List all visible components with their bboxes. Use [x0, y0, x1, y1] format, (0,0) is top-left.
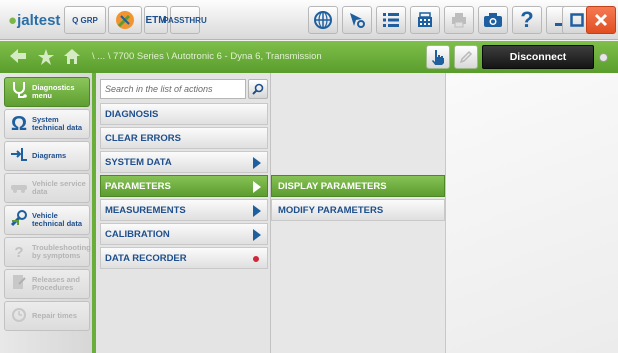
- wrench-icon: [9, 209, 29, 231]
- sidebar-item-label: Repair times: [32, 311, 78, 320]
- action-data-recorder[interactable]: DATA RECORDER: [100, 247, 268, 269]
- action-system-data[interactable]: SYSTEM DATA: [100, 151, 268, 173]
- action-clear-errors[interactable]: CLEAR ERRORS: [100, 127, 268, 149]
- sidebar-item-label: System technical data: [32, 115, 83, 132]
- sidebar-item-vehicle-service-data[interactable]: Vehicle service data: [4, 173, 90, 203]
- calculator-button[interactable]: [410, 6, 440, 34]
- omega-icon: Ω: [10, 112, 28, 135]
- action-parameters[interactable]: PARAMETERS: [100, 175, 268, 197]
- camera-icon: [484, 13, 502, 27]
- camera-button[interactable]: [478, 6, 508, 34]
- sidebar: Diagnostics menu Ω System technical data…: [0, 73, 96, 353]
- search-icon: [252, 83, 264, 95]
- procedures-icon: [9, 274, 29, 294]
- wrench-icon: [116, 11, 134, 29]
- sidebar-item-vehicle-technical-data[interactable]: Vehicle technical data: [4, 205, 90, 235]
- maximize-icon: [570, 13, 584, 27]
- parameters-submenu: DISPLAY PARAMETERS MODIFY PARAMETERS: [271, 73, 446, 353]
- calculator-icon: [418, 12, 432, 27]
- grp-button[interactable]: Q GRP: [64, 6, 106, 34]
- record-dot-icon: [253, 256, 259, 262]
- search-button[interactable]: [248, 79, 268, 99]
- jaltest-logo: ●jaltest: [8, 12, 61, 29]
- sidebar-item-releases-procedures[interactable]: Releases and Procedures: [4, 269, 90, 299]
- close-button[interactable]: [586, 6, 616, 34]
- sidebar-item-label: Releases and Procedures: [32, 275, 80, 292]
- tools-button[interactable]: [108, 6, 142, 34]
- sidebar-item-label: Diagnostics menu: [32, 83, 75, 100]
- submenu-display-parameters[interactable]: DISPLAY PARAMETERS: [271, 175, 445, 197]
- globe-icon: [314, 11, 332, 29]
- sidebar-item-system-technical-data[interactable]: Ω System technical data: [4, 109, 90, 139]
- breadcrumb: \ ... \ 7700 Series \ Autotronic 6 - Dyn…: [92, 51, 322, 62]
- arrow-right-icon: [253, 229, 261, 241]
- sidebar-item-label: Diagrams: [32, 151, 67, 160]
- disconnect-button[interactable]: Disconnect: [482, 45, 594, 69]
- action-measurements[interactable]: MEASUREMENTS: [100, 199, 268, 221]
- troubleshooting-icon: ?: [14, 243, 24, 261]
- edit-button[interactable]: [454, 45, 478, 69]
- sidebar-item-troubleshooting[interactable]: ? Troubleshooting by symptoms: [4, 237, 91, 267]
- list-button[interactable]: [376, 6, 406, 34]
- top-toolbar: ●jaltest Q GRP ETM PASS THRU ?: [0, 0, 618, 40]
- action-calibration[interactable]: CALIBRATION: [100, 223, 268, 245]
- pencil-icon: [459, 50, 473, 64]
- arrow-right-icon: [253, 181, 261, 193]
- list-icon: [383, 13, 399, 27]
- arrow-right-icon: [253, 157, 261, 169]
- content-area: [446, 73, 618, 353]
- touch-mode-button[interactable]: [426, 45, 450, 69]
- sidebar-item-diagrams[interactable]: Diagrams: [4, 141, 90, 171]
- connection-status-indicator: [599, 53, 608, 62]
- actions-panel: DIAGNOSIS CLEAR ERRORS SYSTEM DATA PARAM…: [96, 73, 271, 353]
- hand-pointer-icon: [432, 50, 444, 65]
- sidebar-item-repair-times[interactable]: Repair times: [4, 301, 90, 331]
- search-actions-input[interactable]: [100, 79, 246, 99]
- pass-thru-button[interactable]: PASS THRU: [163, 6, 207, 34]
- settings-button[interactable]: [342, 6, 372, 34]
- arrow-right-icon: [253, 205, 261, 217]
- back-arrow-icon[interactable]: [10, 49, 26, 66]
- globe-button[interactable]: [308, 6, 338, 34]
- vehicle-service-icon: [9, 180, 29, 197]
- stethoscope-icon: [9, 81, 29, 103]
- favorite-star-icon[interactable]: [38, 49, 54, 68]
- print-icon: [452, 13, 466, 28]
- help-button[interactable]: ?: [512, 6, 542, 34]
- action-diagnosis[interactable]: DIAGNOSIS: [100, 103, 268, 125]
- submenu-modify-parameters[interactable]: MODIFY PARAMETERS: [271, 199, 445, 221]
- sidebar-item-diagnostics-menu[interactable]: Diagnostics menu: [4, 77, 90, 107]
- settings-icon: [350, 13, 365, 28]
- sidebar-item-label: Troubleshooting by symptoms: [32, 243, 91, 260]
- repair-times-icon: [9, 306, 29, 326]
- navigation-bar: \ ... \ 7700 Series \ Autotronic 6 - Dyn…: [0, 41, 618, 73]
- sidebar-item-label: Vehicle service data: [32, 179, 86, 196]
- sidebar-item-label: Vehicle technical data: [32, 211, 83, 228]
- diagram-icon: [9, 146, 29, 166]
- close-icon: [594, 13, 608, 27]
- home-icon[interactable]: [64, 49, 80, 67]
- print-button[interactable]: [444, 6, 474, 34]
